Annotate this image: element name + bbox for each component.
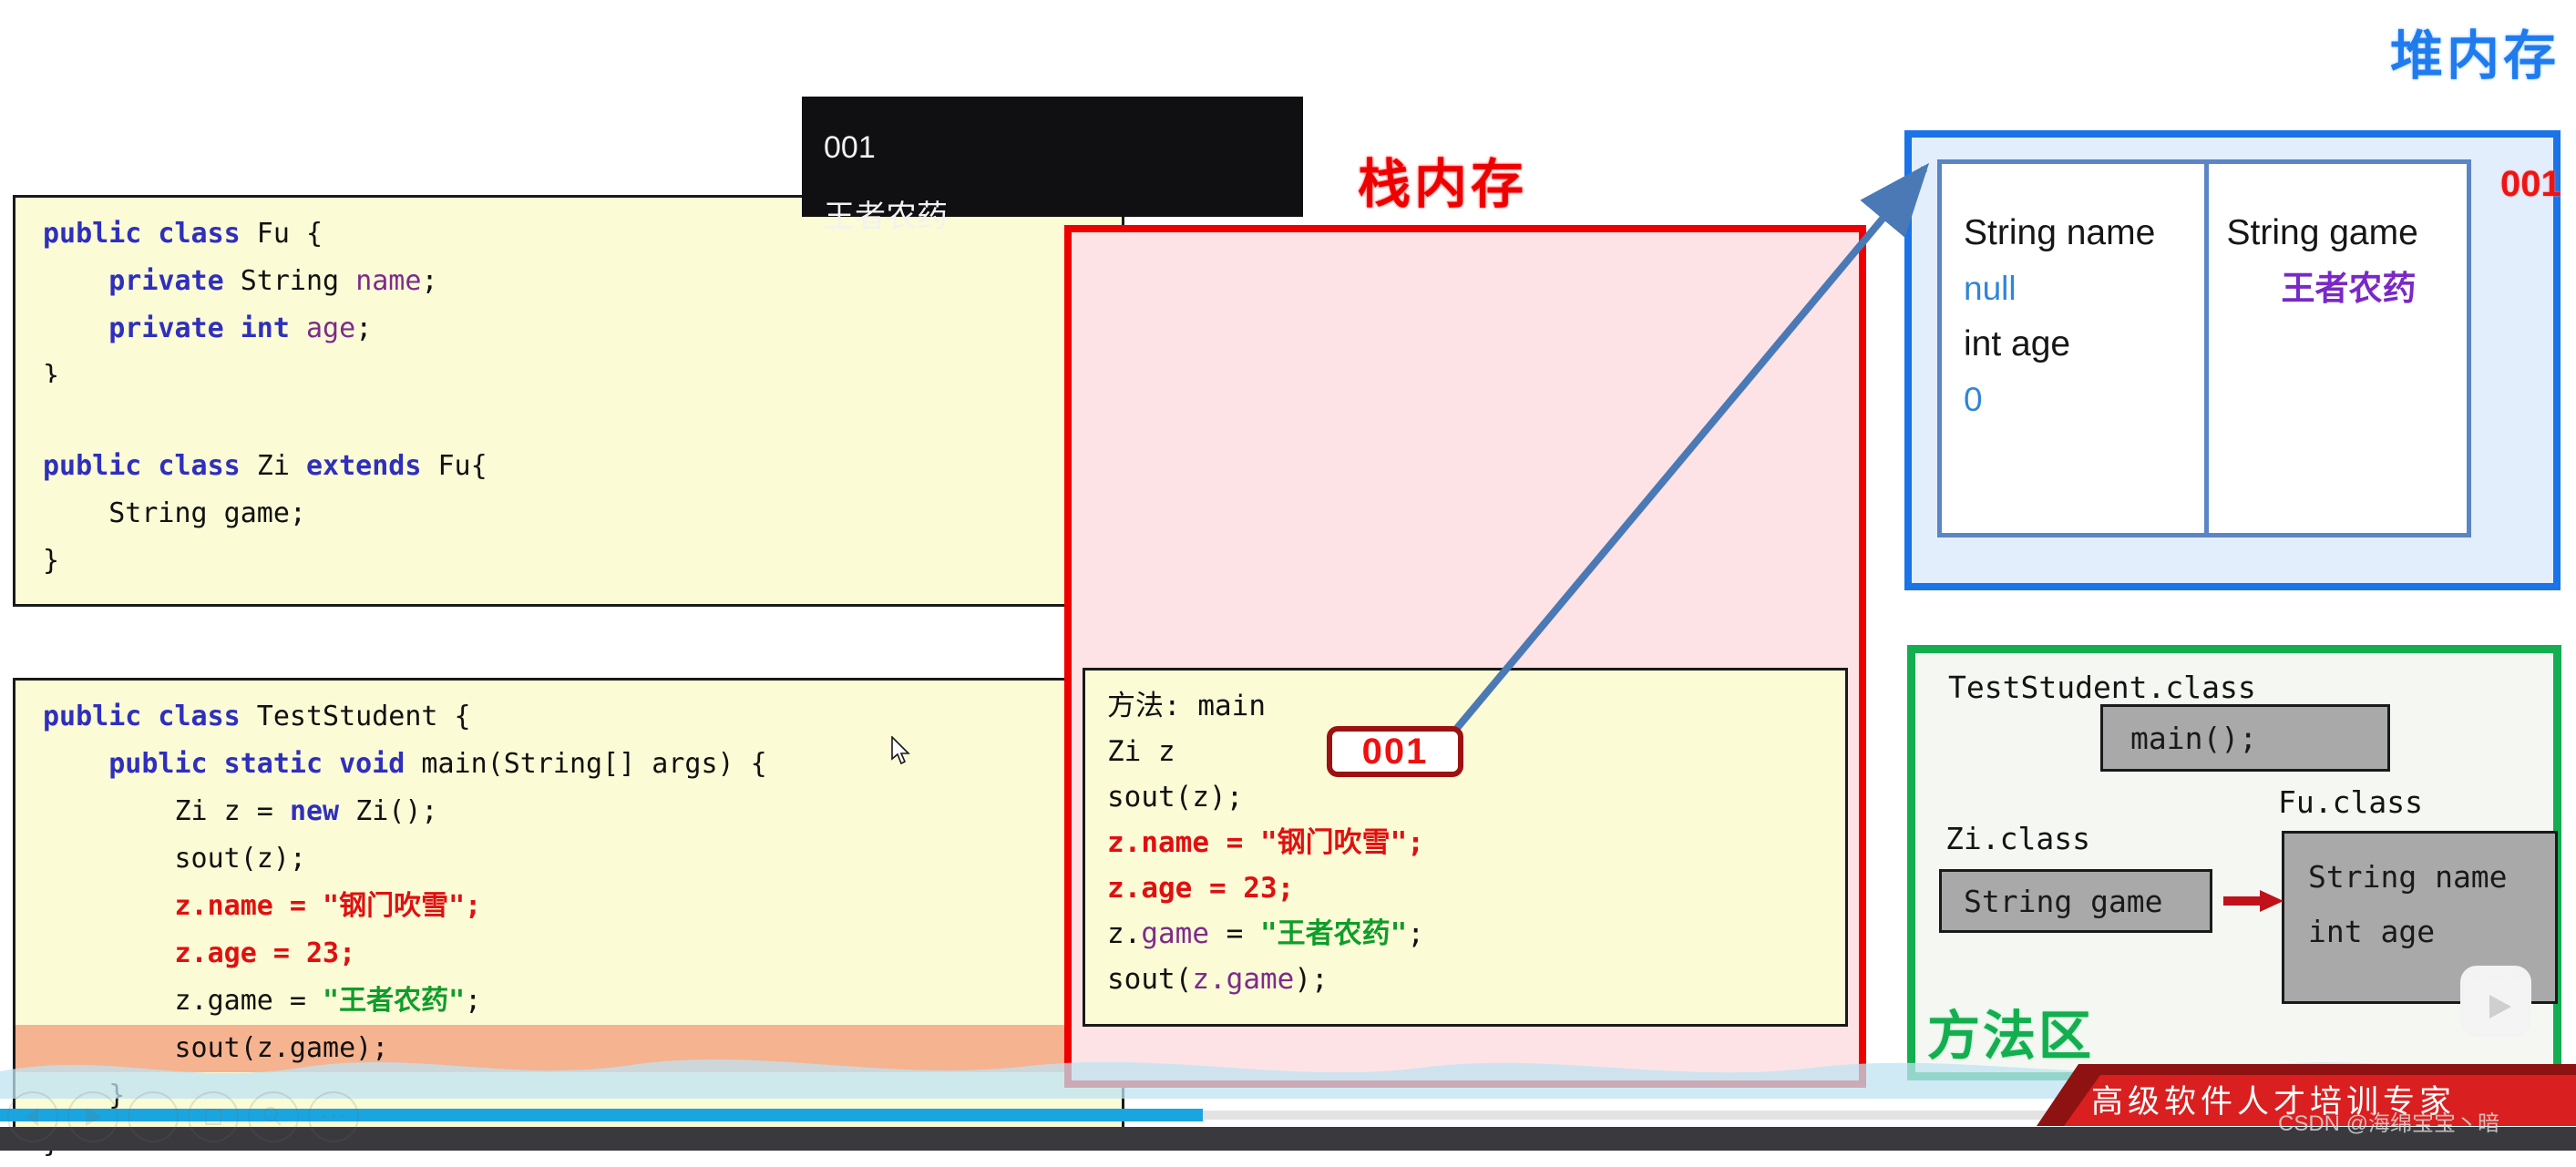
code-line: private String name; (108, 265, 438, 297)
heap-cell-zi-part: String game 王者农药 (2203, 164, 2468, 533)
method-box-main: main(); (2100, 704, 2390, 772)
code-panel-zi: public class Zi extends Fu{ String game;… (13, 383, 1124, 607)
stack-memory-title: 栈内存 (1358, 155, 1528, 214)
code-line: String game; (43, 497, 306, 529)
stack-line: z.age = 23; (1107, 872, 1295, 905)
heap-field-game: String game (2226, 213, 2418, 252)
heap-field-game-value: 王者农药 (2281, 270, 2417, 307)
stack-line: z.game = "王者农药"; (1107, 917, 1424, 950)
heap-field-name: String name (1964, 213, 2156, 252)
csdn-watermark: CSDN @海绵宝宝丶暗 (2278, 1111, 2500, 1136)
code-line: public static void main(String[] args) { (108, 748, 767, 780)
fu-field-name: String name (2308, 859, 2508, 895)
heap-cell-fu-part: String name null int age 0 (1942, 164, 2204, 533)
stack-line: sout(z); (1107, 781, 1244, 814)
code-line: private int age; (108, 312, 373, 344)
code-line: public class TestStudent { (43, 701, 471, 732)
stack-frame-main: 方法: main Zi z sout(z); z.name = "钢门吹雪"; … (1083, 668, 1848, 1027)
stack-line: sout(z.game); (1107, 963, 1329, 996)
code-line: z.game = "王者农药"; (43, 985, 482, 1017)
program-output-console: 001 王者农药 (802, 97, 1303, 234)
class-label-fu: Fu.class (2278, 784, 2423, 820)
code-line: } (43, 545, 60, 577)
stamp-icon (188, 1091, 239, 1142)
fu-field-age: int age (2308, 914, 2436, 949)
player-controls[interactable] (5, 1090, 370, 1144)
code-line: z.age = 23; (174, 937, 356, 969)
pen-icon (128, 1091, 179, 1142)
stack-line: Zi z (1107, 735, 1175, 768)
search-icon (248, 1091, 299, 1142)
code-line: public class Zi extends Fu{ (43, 450, 487, 482)
console-line-2: 王者农药 (824, 200, 948, 234)
code-line: z.name = "钢门吹雪"; (174, 890, 482, 922)
stack-line: 方法: main (1107, 690, 1266, 722)
heap-field-age: int age (1964, 324, 2071, 363)
mouse-cursor-icon (891, 736, 910, 765)
console-line-1: 001 (824, 130, 876, 165)
inheritance-arrow-icon (2223, 890, 2284, 912)
method-box-zi-fields: String game (1939, 869, 2212, 933)
heap-memory-title: 堆内存 (2389, 26, 2560, 86)
heap-object-id: 001 (2500, 164, 2561, 204)
class-label-zi: Zi.class (1945, 821, 2090, 856)
stack-line: z.name = "钢门吹雪"; (1107, 826, 1424, 859)
stack-reference-badge: 001 (1327, 726, 1463, 777)
heap-field-value: null (1964, 270, 2017, 307)
heap-object-001: String name null int age 0 String game 王… (1937, 159, 2471, 537)
code-line: sout(z); (43, 843, 306, 875)
code-line: Zi z = new Zi(); (43, 795, 438, 827)
heap-field-age-value: 0 (1964, 381, 1983, 418)
play-logo-icon (2460, 966, 2531, 1037)
class-label-teststudent: TestStudent.class (1948, 670, 2256, 705)
video-player-bar (0, 1127, 2576, 1151)
